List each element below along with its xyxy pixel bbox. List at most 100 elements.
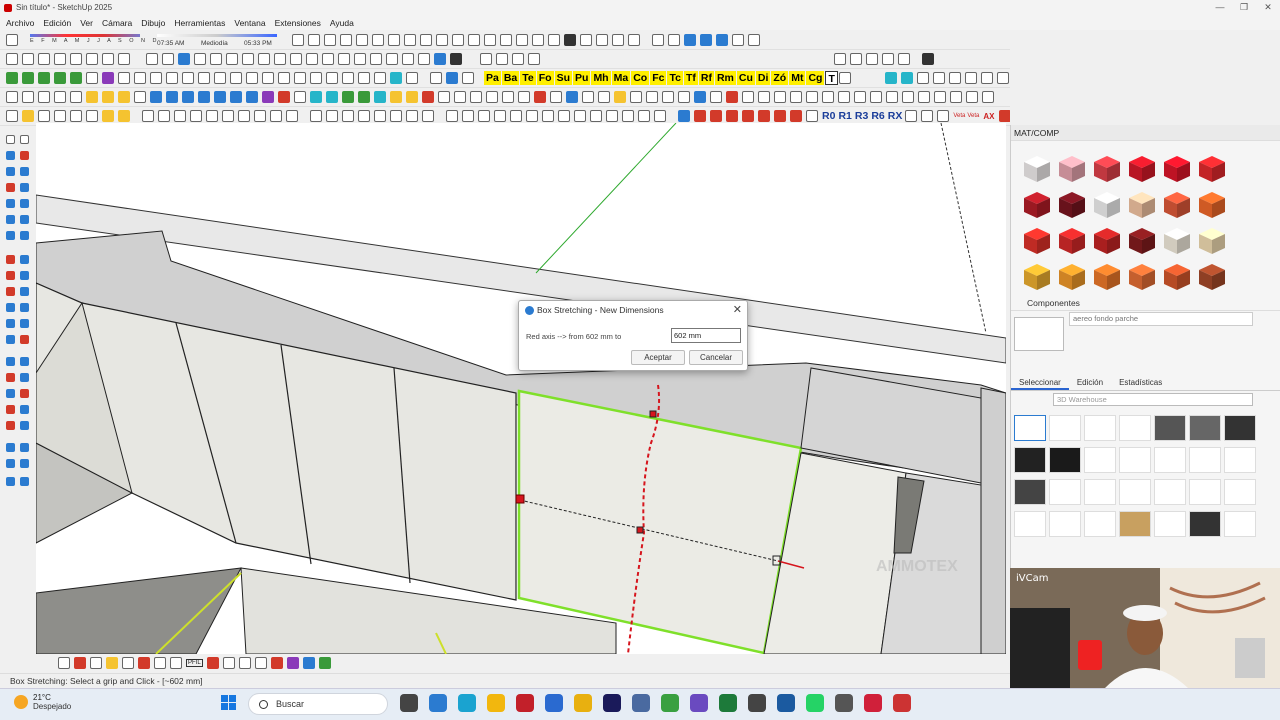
plus-icon[interactable] xyxy=(534,91,546,103)
tool-icon[interactable] xyxy=(106,657,118,669)
section-icon[interactable] xyxy=(758,110,770,122)
veta-label-2[interactable]: Veta xyxy=(967,113,979,119)
circle-icon[interactable] xyxy=(358,72,370,84)
component-item[interactable] xyxy=(1014,447,1046,473)
panel-icon[interactable] xyxy=(54,91,66,103)
tool-icon[interactable] xyxy=(270,657,283,669)
view-icon[interactable] xyxy=(210,53,222,65)
diamond-icon[interactable] xyxy=(326,91,338,103)
component-item[interactable] xyxy=(1049,415,1081,441)
solid-icon[interactable] xyxy=(510,110,522,122)
component-item[interactable] xyxy=(1224,447,1256,473)
grid-icon[interactable] xyxy=(950,91,962,103)
grid-icon[interactable] xyxy=(886,91,898,103)
move-icon[interactable] xyxy=(500,34,512,46)
tool-icon[interactable] xyxy=(302,657,315,669)
protractor-icon[interactable] xyxy=(6,319,15,328)
cube-icon[interactable] xyxy=(206,110,218,122)
menu-ventana[interactable]: Ventana xyxy=(234,18,265,28)
component-item[interactable] xyxy=(1084,447,1116,473)
section-icon[interactable] xyxy=(790,110,802,122)
undo-icon[interactable] xyxy=(732,34,744,46)
diamond-icon[interactable] xyxy=(310,91,322,103)
app-icon[interactable] xyxy=(748,694,766,712)
door-icon[interactable] xyxy=(22,53,34,65)
table-icon[interactable] xyxy=(470,91,482,103)
cube-icon[interactable] xyxy=(54,72,66,84)
curve-icon[interactable] xyxy=(774,91,786,103)
slash-icon[interactable] xyxy=(462,72,474,84)
tool-label-pu[interactable]: Pu xyxy=(573,71,591,85)
close-icon[interactable] xyxy=(668,34,680,46)
grid-icon[interactable] xyxy=(918,91,930,103)
layers-icon[interactable] xyxy=(612,34,624,46)
tool-icon[interactable] xyxy=(58,657,70,669)
teams-icon[interactable] xyxy=(690,694,708,712)
lasso-icon[interactable] xyxy=(484,34,496,46)
cube-icon[interactable] xyxy=(174,110,186,122)
arrows-icon[interactable] xyxy=(652,34,664,46)
tool-icon[interactable] xyxy=(74,657,86,669)
rectangle-icon[interactable] xyxy=(6,183,15,192)
previous-icon[interactable] xyxy=(20,389,29,398)
panel-icon[interactable] xyxy=(38,91,50,103)
close-icon[interactable] xyxy=(406,72,418,84)
view-icon[interactable] xyxy=(242,53,254,65)
tool-label-fc[interactable]: Fc xyxy=(650,71,667,85)
menu-ayuda[interactable]: Ayuda xyxy=(330,18,354,28)
circle-icon[interactable] xyxy=(118,110,130,122)
view-icon[interactable] xyxy=(162,53,174,65)
zoom-window-icon[interactable] xyxy=(20,373,29,382)
tool-icon[interactable] xyxy=(206,657,219,669)
cube-icon[interactable] xyxy=(390,110,402,122)
component-item[interactable] xyxy=(1049,447,1081,473)
component-item[interactable] xyxy=(1084,415,1116,441)
curve-icon[interactable] xyxy=(630,91,642,103)
grid-icon[interactable] xyxy=(934,91,946,103)
tool-label-ba[interactable]: Ba xyxy=(501,71,520,85)
scale-icon[interactable] xyxy=(6,287,15,296)
component-item[interactable] xyxy=(1014,479,1046,505)
component-icon[interactable] xyxy=(20,135,29,144)
shadow-date-slider[interactable] xyxy=(30,34,140,37)
dimension-input[interactable]: 602 mm xyxy=(671,328,741,343)
section-plane-icon[interactable] xyxy=(292,34,304,46)
tool-label-tc[interactable]: Tc xyxy=(667,71,683,85)
grid-icon[interactable] xyxy=(838,91,850,103)
cube-icon[interactable] xyxy=(134,72,146,84)
material-swatch[interactable] xyxy=(1196,153,1228,185)
solid-icon[interactable] xyxy=(526,110,538,122)
premiere-icon[interactable] xyxy=(603,694,621,712)
tool-label-cu[interactable]: Cu xyxy=(736,71,755,85)
cancel-button[interactable]: Cancelar xyxy=(689,350,743,365)
circle-icon[interactable] xyxy=(406,91,418,103)
panel-icon[interactable] xyxy=(338,53,350,65)
grid-icon[interactable] xyxy=(854,91,866,103)
tool-label-co[interactable]: Co xyxy=(631,71,650,85)
solid-icon[interactable] xyxy=(622,110,634,122)
file-explorer-icon[interactable] xyxy=(487,694,505,712)
arc-icon[interactable] xyxy=(20,215,29,224)
tool-label-mh[interactable]: Mh xyxy=(591,71,611,85)
close-icon[interactable] xyxy=(324,34,336,46)
cube-icon[interactable] xyxy=(406,110,418,122)
diamond-icon[interactable] xyxy=(358,91,370,103)
orbit-icon[interactable] xyxy=(684,34,696,46)
cube-icon[interactable] xyxy=(310,110,322,122)
cube-icon[interactable] xyxy=(70,72,82,84)
component-item[interactable] xyxy=(1189,447,1221,473)
grid-icon[interactable] xyxy=(596,34,608,46)
offset-icon[interactable] xyxy=(548,34,560,46)
scale-icon[interactable] xyxy=(54,110,66,122)
hexagon-icon[interactable] xyxy=(404,34,416,46)
cube-icon[interactable] xyxy=(358,110,370,122)
table-icon[interactable] xyxy=(486,91,498,103)
diamond-icon[interactable] xyxy=(390,91,402,103)
grid-icon[interactable] xyxy=(932,72,945,84)
material-swatch[interactable] xyxy=(1091,225,1123,257)
curve-icon[interactable] xyxy=(646,91,658,103)
rotate-icon[interactable] xyxy=(516,34,528,46)
panel-icon[interactable] xyxy=(290,53,302,65)
eraser-icon[interactable] xyxy=(374,72,386,84)
grid-icon[interactable] xyxy=(566,91,578,103)
